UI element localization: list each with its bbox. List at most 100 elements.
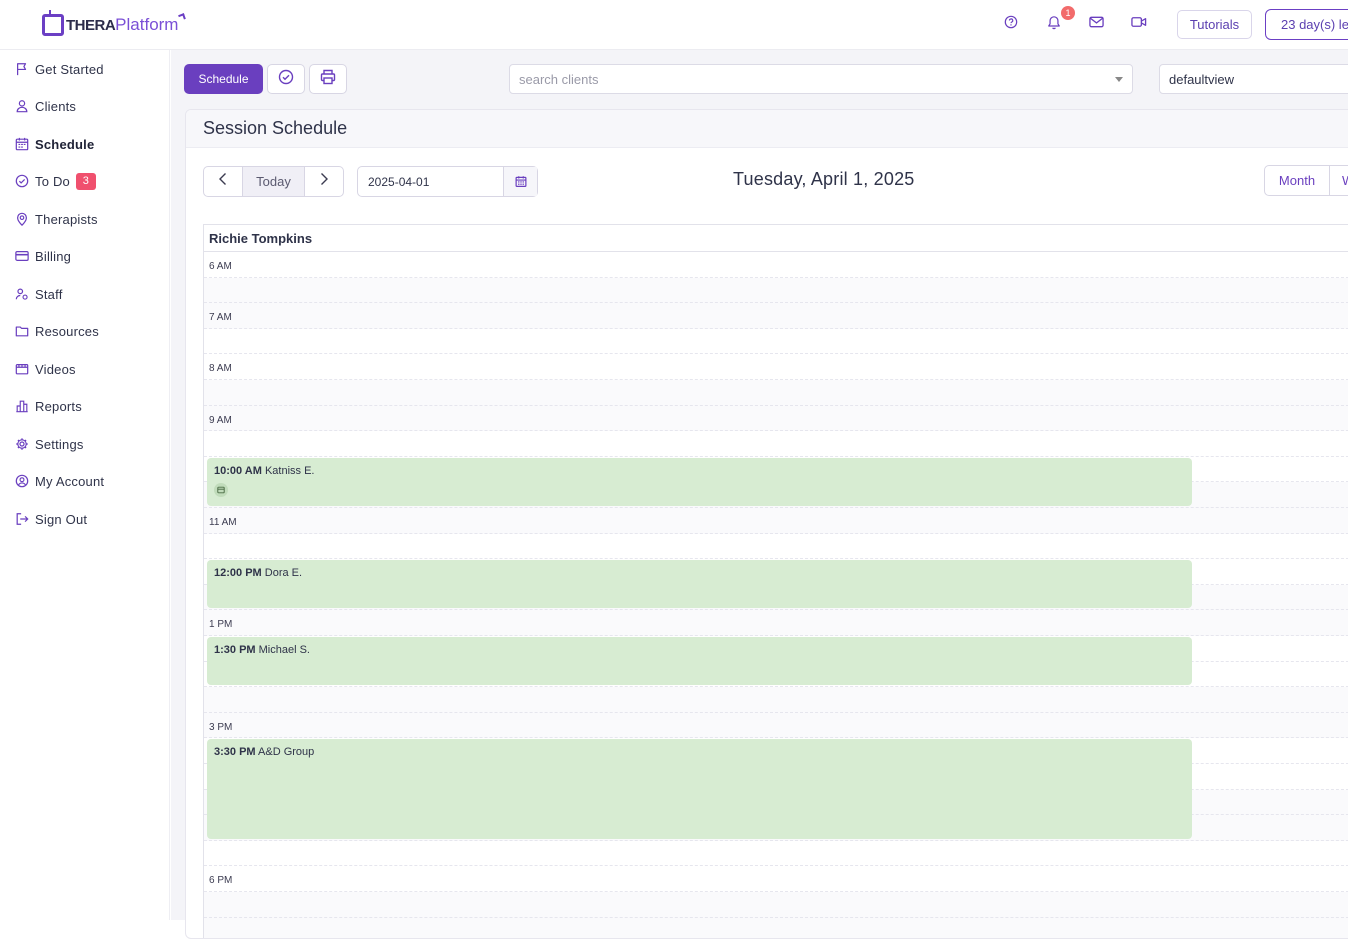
prev-button[interactable] (204, 167, 242, 196)
sidebar-item-label: To Do (35, 173, 70, 189)
hour-label: 7 AM (209, 312, 232, 324)
sidebar-item-label: Reports (35, 398, 82, 414)
sidebar-item-settings[interactable]: Settings (14, 432, 84, 456)
print-button[interactable] (309, 64, 347, 94)
time-slot[interactable] (204, 303, 1348, 329)
bar-chart-icon (14, 398, 30, 414)
time-slot[interactable] (204, 380, 1348, 406)
session-event-title: 10:00 AM Katniss E. (214, 465, 1192, 477)
sidebar-item-sign-out[interactable]: Sign Out (14, 507, 87, 531)
time-slot[interactable] (204, 329, 1348, 355)
gear-icon (14, 436, 30, 452)
logo-text-platform: Platform (115, 15, 179, 34)
time-slot[interactable] (204, 610, 1348, 636)
sidebar-item-label: Billing (35, 248, 72, 264)
hour-label: 6 PM (209, 875, 233, 887)
chevron-right-icon (319, 172, 329, 191)
resource-header: Richie Tompkins (204, 225, 1348, 252)
time-slot[interactable] (204, 431, 1348, 457)
sidebar-item-to-do[interactable]: To Do 3 (14, 169, 96, 193)
session-event[interactable]: 10:00 AM Katniss E. (207, 457, 1192, 506)
date-input[interactable]: 2025-04-01 (358, 167, 503, 196)
bell-icon[interactable] (1045, 13, 1063, 31)
view-select[interactable]: defaultview (1159, 64, 1348, 94)
session-event[interactable]: 12:00 PM Dora E. (207, 560, 1192, 609)
calendar-icon (14, 136, 30, 152)
sidebar-item-label: Sign Out (35, 511, 88, 527)
sidebar-item-label: Schedule (35, 136, 95, 152)
sidebar-item-therapists[interactable]: Therapists (14, 207, 98, 231)
sidebar-item-get-started[interactable]: Get Started (14, 57, 104, 81)
time-slot[interactable] (204, 712, 1348, 739)
sidebar-item-label: Get Started (35, 61, 104, 77)
next-button[interactable] (305, 167, 343, 196)
sidebar-item-label: Videos (35, 361, 76, 377)
sidebar-item-my-account[interactable]: My Account (14, 469, 104, 493)
sidebar-item-billing[interactable]: Billing (14, 244, 71, 268)
today-button[interactable]: Today (241, 167, 306, 196)
chevron-down-icon[interactable] (1115, 77, 1123, 82)
time-slot[interactable] (204, 866, 1348, 892)
mail-icon[interactable] (1087, 13, 1105, 31)
search-placeholder: search clients (519, 71, 599, 87)
calendar-icon[interactable] (503, 167, 537, 196)
sidebar-item-label: Settings (35, 436, 84, 452)
current-date-heading: Tuesday, April 1, 2025 (733, 169, 915, 189)
time-slot[interactable] (204, 277, 1348, 304)
hour-label: 8 AM (209, 363, 232, 375)
session-note-icon[interactable] (214, 482, 228, 497)
time-slot[interactable] (204, 508, 1348, 534)
sidebar-item-resources[interactable]: Resources (14, 319, 99, 343)
session-event[interactable]: 3:30 PM A&D Group (207, 739, 1192, 839)
main-content: Schedule search clients defaultview Sess… (171, 50, 1348, 939)
logo-text-thera: THERA (66, 16, 116, 34)
sidebar-item-label: My Account (35, 473, 105, 489)
time-slot[interactable] (204, 841, 1348, 867)
sign-out-icon (14, 511, 30, 527)
search-clients-input[interactable]: search clients (509, 64, 1133, 94)
date-picker[interactable]: 2025-04-01 (357, 166, 538, 197)
complete-sessions-button[interactable] (267, 64, 305, 94)
session-event-title: 12:00 PM Dora E. (214, 567, 1192, 579)
brand-logo[interactable]: THERA Platform (42, 10, 187, 38)
chevron-left-icon (218, 172, 228, 191)
film-icon (14, 361, 30, 377)
session-time: 1:30 PM (214, 644, 256, 656)
trial-days-button[interactable]: 23 day(s) left (1265, 9, 1348, 40)
sidebar: Get Started Clients Schedule To Do 3 The… (0, 50, 170, 920)
time-slot[interactable] (204, 917, 1348, 938)
time-slot[interactable] (204, 892, 1348, 918)
time-slot[interactable] (204, 252, 1348, 278)
sidebar-item-label: Staff (35, 286, 63, 302)
time-slot[interactable] (204, 354, 1348, 380)
month-view-button[interactable]: Month (1265, 166, 1330, 195)
time-slot[interactable] (204, 405, 1348, 432)
video-call-icon[interactable] (1130, 13, 1148, 31)
session-event[interactable]: 1:30 PM Michael S. (207, 637, 1192, 686)
sidebar-item-label: Therapists (35, 211, 98, 227)
week-view-button[interactable]: Week (1330, 166, 1348, 195)
session-time: 10:00 AM (214, 464, 262, 477)
schedule-button[interactable]: Schedule (184, 64, 263, 94)
date-nav-group: Today (203, 166, 344, 197)
session-time: 3:30 PM (214, 746, 256, 759)
day-calendar-grid: Richie Tompkins 6 AM 7 AM 8 AM 9 AM 11 AM 1 P… (203, 224, 1348, 938)
time-slot[interactable] (204, 534, 1348, 560)
sidebar-item-clients[interactable]: Clients (14, 94, 76, 118)
sidebar-item-videos[interactable]: Videos (14, 357, 76, 381)
time-slot[interactable] (204, 687, 1348, 713)
tutorials-button[interactable]: Tutorials (1177, 10, 1252, 39)
hour-label: 9 AM (209, 414, 232, 426)
sidebar-item-label: Clients (35, 98, 77, 114)
sidebar-item-reports[interactable]: Reports (14, 394, 82, 418)
sidebar-item-schedule[interactable]: Schedule (14, 132, 94, 156)
help-icon[interactable] (1002, 13, 1020, 31)
sidebar-item-staff[interactable]: Staff (14, 282, 63, 306)
todo-count-badge: 3 (75, 172, 96, 190)
view-toggle-group: Month Week (1264, 165, 1348, 196)
credit-card-icon (14, 248, 30, 264)
hour-label: 3 PM (209, 721, 233, 733)
hour-label: 1 PM (209, 619, 233, 631)
location-pin-icon (14, 211, 30, 227)
session-client: Michael S. (255, 644, 310, 656)
